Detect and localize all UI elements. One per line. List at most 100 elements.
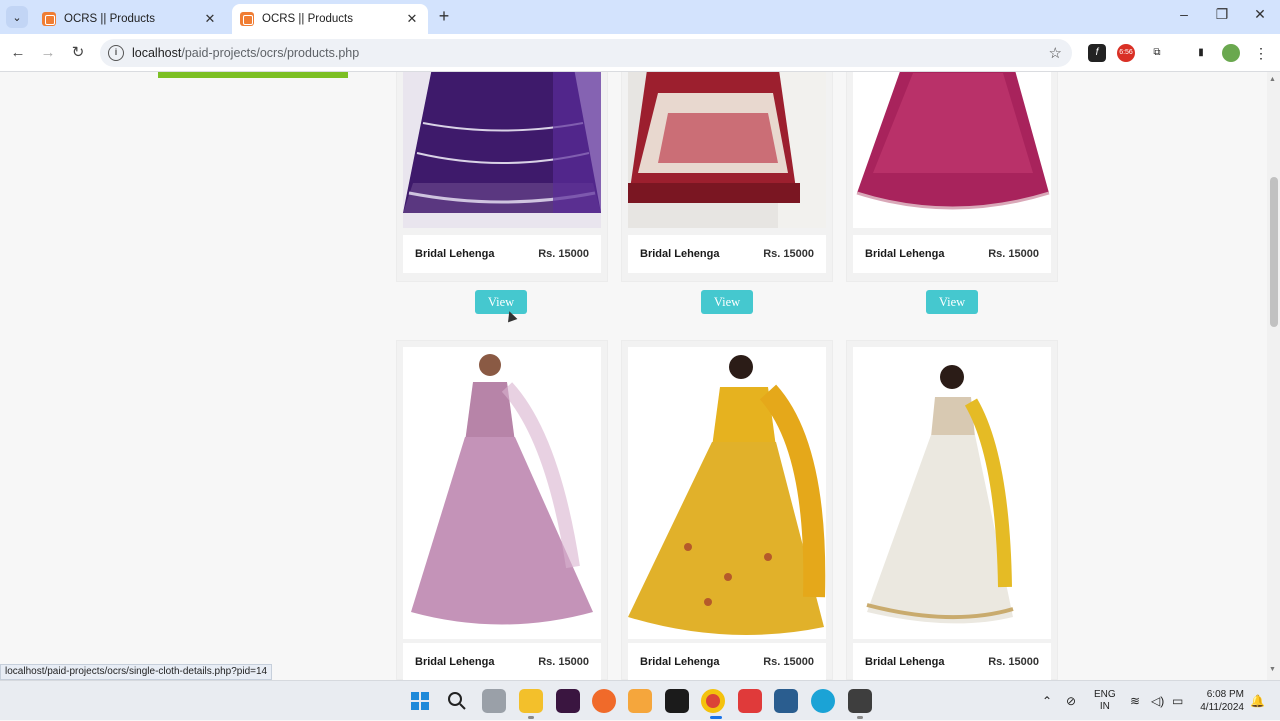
product-image[interactable] <box>628 347 826 639</box>
product-name: Bridal Lehenga <box>640 248 720 260</box>
product-image[interactable] <box>853 72 1051 228</box>
product-price: Rs. 15000 <box>988 248 1039 260</box>
puzzle-extensions-icon[interactable]: ⧉ <box>1148 44 1166 62</box>
notification-bell-icon[interactable]: 🔔 <box>1250 681 1265 721</box>
tab-title: OCRS || Products <box>262 13 353 25</box>
minimize-icon[interactable]: – <box>1174 6 1194 22</box>
product-name: Bridal Lehenga <box>415 248 495 260</box>
vertical-scrollbar[interactable]: ▲ ▼ <box>1267 72 1280 680</box>
anydesk-icon[interactable] <box>738 689 762 713</box>
product-price: Rs. 15000 <box>538 656 589 668</box>
product-info: Bridal Lehenga Rs. 15000 <box>853 235 1051 273</box>
tab-title: OCRS || Products <box>64 13 155 25</box>
lehenga-pink-image <box>853 72 1051 228</box>
view-button[interactable]: View <box>475 290 527 314</box>
side-panel-icon[interactable]: ▮ <box>1192 44 1210 62</box>
url-text: localhost/paid-projects/ocrs/products.ph… <box>132 46 359 60</box>
address-bar[interactable]: i localhost/paid-projects/ocrs/products.… <box>100 39 1072 67</box>
network-off-icon[interactable]: ⊘ <box>1066 681 1076 721</box>
extension-badge[interactable]: 6:56 <box>1117 44 1135 62</box>
product-price: Rs. 15000 <box>763 656 814 668</box>
maximize-icon[interactable]: ❐ <box>1212 6 1232 23</box>
product-info: Bridal Lehenga Rs. 15000 <box>628 235 826 273</box>
product-price: Rs. 15000 <box>988 656 1039 668</box>
tab-strip: ⌄ OCRS || Products ✕ OCRS || Products ✕ … <box>0 0 1280 34</box>
product-image[interactable] <box>403 347 601 639</box>
site-favicon-icon <box>240 12 254 26</box>
bookmark-star-icon[interactable]: ☆ <box>1049 44 1062 62</box>
running-indicator <box>710 716 722 719</box>
volume-icon[interactable]: ◁) <box>1151 681 1164 721</box>
windows-taskbar: ⌃ ⊘ ENG IN ≋ ◁) ▭ 6:08 PM 4/11/2024 🔔 <box>0 680 1280 720</box>
product-info: Bridal Lehenga Rs. 15000 <box>403 235 601 273</box>
chevron-down-icon: ⌄ <box>12 11 22 24</box>
xampp-icon[interactable] <box>628 689 652 713</box>
chrome-icon[interactable] <box>701 689 725 713</box>
product-info: Bridal Lehenga Rs. 15000 <box>853 643 1051 680</box>
url-path: /paid-projects/ocrs/products.php <box>181 46 360 60</box>
lehenga-purple-image <box>403 72 601 228</box>
battery-icon[interactable]: ▭ <box>1172 681 1183 721</box>
tab-search-button[interactable]: ⌄ <box>6 6 28 28</box>
postman-icon[interactable] <box>592 689 616 713</box>
edge-icon[interactable] <box>811 689 835 713</box>
scroll-down-icon[interactable]: ▼ <box>1269 666 1276 673</box>
product-name: Bridal Lehenga <box>865 248 945 260</box>
url-host: localhost <box>132 46 182 60</box>
site-info-icon[interactable]: i <box>108 45 124 61</box>
close-tab-icon[interactable]: ✕ <box>404 11 420 27</box>
browser-tab-2-active[interactable]: OCRS || Products ✕ <box>232 4 428 34</box>
lehenga-red-image <box>628 72 826 228</box>
lehenga-mauve-image <box>403 347 601 639</box>
scrollbar-thumb[interactable] <box>1270 177 1278 327</box>
forward-arrow-icon[interactable]: → <box>38 43 58 63</box>
new-tab-button[interactable]: + <box>434 6 454 27</box>
accent-bar <box>158 72 348 78</box>
lang-line2: IN <box>1099 701 1110 712</box>
view-button[interactable]: View <box>701 290 753 314</box>
language-indicator[interactable]: ENG IN <box>1094 681 1116 721</box>
product-name: Bridal Lehenga <box>415 656 495 668</box>
wifi-icon[interactable]: ≋ <box>1130 681 1140 721</box>
close-window-icon[interactable]: ✕ <box>1250 6 1270 23</box>
close-tab-icon[interactable]: ✕ <box>202 11 218 27</box>
product-info: Bridal Lehenga Rs. 15000 <box>628 643 826 680</box>
clock[interactable]: 6:08 PM 4/11/2024 <box>1196 681 1244 721</box>
product-card: Bridal Lehenga Rs. 15000 <box>396 340 608 680</box>
view-button[interactable]: View <box>926 290 978 314</box>
product-name: Bridal Lehenga <box>865 656 945 668</box>
mysql-workbench-icon[interactable] <box>774 689 798 713</box>
scroll-up-icon[interactable]: ▲ <box>1269 76 1276 83</box>
lehenga-white-image <box>853 347 1051 639</box>
windows-start-icon[interactable] <box>408 689 432 713</box>
reload-icon[interactable]: ↻ <box>68 43 88 63</box>
site-favicon-icon <box>42 12 56 26</box>
link-status-bar: localhost/paid-projects/ocrs/single-clot… <box>0 664 273 680</box>
file-explorer-icon[interactable] <box>519 689 543 713</box>
product-image[interactable] <box>853 347 1051 639</box>
product-card: Bridal Lehenga Rs. 15000 <box>621 72 833 282</box>
lehenga-yellow-image <box>628 347 826 639</box>
product-image[interactable] <box>403 72 601 228</box>
product-price: Rs. 15000 <box>763 248 814 260</box>
clock-time: 6:08 PM <box>1206 689 1244 700</box>
product-name: Bridal Lehenga <box>640 656 720 668</box>
product-card: Bridal Lehenga Rs. 15000 <box>846 72 1058 282</box>
sublime-text-icon[interactable] <box>848 689 872 713</box>
products-page: Bridal Lehenga Rs. 15000 Bridal Lehenga … <box>0 72 1267 680</box>
pycharm-icon[interactable] <box>665 689 689 713</box>
browser-toolbar: ← → ↻ i localhost/paid-projects/ocrs/pro… <box>0 34 1280 72</box>
running-indicator <box>528 716 534 719</box>
clock-date: 4/11/2024 <box>1200 702 1244 713</box>
search-icon[interactable] <box>445 689 469 713</box>
extension-icon[interactable]: f <box>1088 44 1106 62</box>
tray-overflow-icon[interactable]: ⌃ <box>1042 681 1052 721</box>
back-arrow-icon[interactable]: ← <box>8 43 28 63</box>
product-image[interactable] <box>628 72 826 228</box>
browser-tab-1[interactable]: OCRS || Products ✕ <box>34 4 226 34</box>
figma-icon[interactable] <box>556 689 580 713</box>
running-indicator <box>857 716 863 719</box>
more-menu-icon[interactable]: ⋮ <box>1252 44 1270 62</box>
task-view-icon[interactable] <box>482 689 506 713</box>
profile-avatar[interactable] <box>1222 44 1240 62</box>
